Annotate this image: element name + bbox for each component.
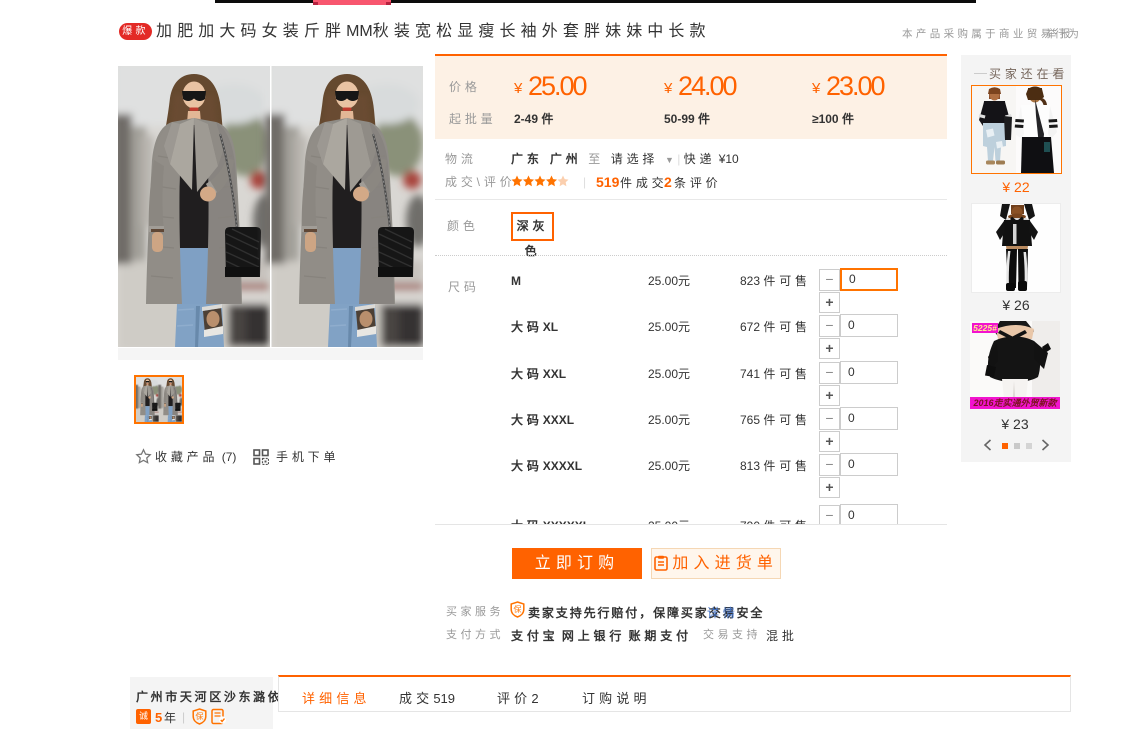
svg-text:5225#: 5225# xyxy=(973,323,997,333)
svg-text:2016走实通外贸新款: 2016走实通外贸新款 xyxy=(972,398,1058,408)
svg-text:保: 保 xyxy=(514,604,522,614)
svg-text:保: 保 xyxy=(196,711,204,721)
